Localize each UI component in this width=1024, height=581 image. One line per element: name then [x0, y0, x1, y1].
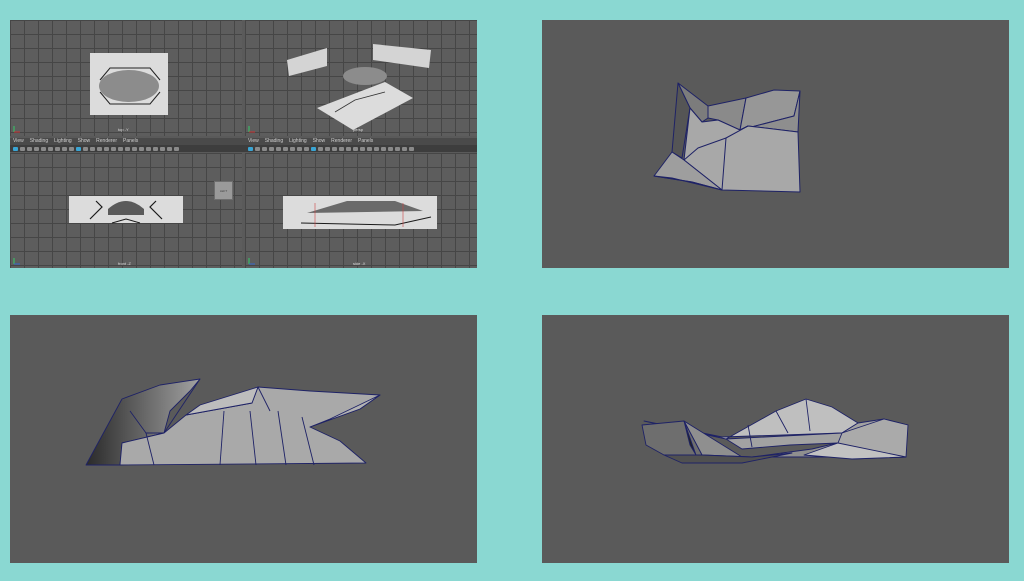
tool-icon[interactable]	[353, 146, 358, 151]
viewport-top-label: top -Y	[118, 127, 129, 132]
tool-icon[interactable]	[160, 146, 165, 151]
viewport-top[interactable]: top -Y	[10, 20, 242, 136]
tool-icon[interactable]	[283, 146, 288, 151]
select-camera-icon[interactable]	[13, 146, 18, 151]
tool-icon[interactable]	[409, 146, 414, 151]
quad-view-panel: top -Y persp View Shading Lighting Show …	[10, 20, 477, 268]
tool-icon[interactable]	[360, 146, 365, 151]
select-camera-icon[interactable]	[248, 146, 253, 151]
model-mesh-side	[85, 378, 381, 466]
top-view-mesh	[99, 67, 161, 105]
tool-icon[interactable]	[346, 146, 351, 151]
menu-lighting[interactable]: Lighting	[289, 138, 307, 145]
tool-icon[interactable]	[48, 146, 53, 151]
tool-icon[interactable]	[62, 146, 67, 151]
tool-icon[interactable]	[69, 146, 74, 151]
grid-toggle-icon[interactable]	[311, 146, 316, 151]
tool-icon[interactable]	[55, 146, 60, 151]
tool-icon[interactable]	[174, 146, 179, 151]
menu-shading[interactable]: Shading	[265, 138, 283, 145]
grid-toggle-icon[interactable]	[76, 146, 81, 151]
tool-icon[interactable]	[111, 146, 116, 151]
tool-icon[interactable]	[304, 146, 309, 151]
tool-icon[interactable]	[395, 146, 400, 151]
tool-icon[interactable]	[388, 146, 393, 151]
persp-view-mesh	[287, 44, 431, 130]
viewport-front-label: front -Z	[118, 261, 131, 266]
menu-view[interactable]: View	[13, 138, 24, 145]
tool-icon[interactable]	[255, 146, 260, 151]
tool-icon[interactable]	[290, 146, 295, 151]
axis-gizmo-icon	[13, 258, 20, 265]
tool-icon[interactable]	[332, 146, 337, 151]
tool-icon[interactable]	[339, 146, 344, 151]
view-cube-label: LEFT	[219, 188, 228, 193]
viewport-front[interactable]: LEFT front -Z	[10, 153, 242, 268]
axis-gizmo-icon	[248, 126, 255, 133]
render-panel-angle	[542, 20, 1009, 268]
menu-lighting[interactable]: Lighting	[54, 138, 72, 145]
tool-icon[interactable]	[83, 146, 88, 151]
tool-icon[interactable]	[146, 146, 151, 151]
tool-icon[interactable]	[20, 146, 25, 151]
tool-icon[interactable]	[118, 146, 123, 151]
viewport-side[interactable]: side -X	[245, 153, 477, 268]
menu-panels[interactable]: Panels	[123, 138, 138, 145]
front-view-mesh	[89, 200, 163, 224]
tool-icon[interactable]	[34, 146, 39, 151]
tool-icon[interactable]	[381, 146, 386, 151]
axis-gizmo-icon	[13, 126, 20, 133]
tool-icon[interactable]	[41, 146, 46, 151]
tool-icon[interactable]	[367, 146, 372, 151]
render-panel-side	[10, 315, 477, 563]
render-panel-low	[542, 315, 1009, 563]
tool-icon[interactable]	[402, 146, 407, 151]
menu-panels[interactable]: Panels	[358, 138, 373, 145]
tool-icon[interactable]	[297, 146, 302, 151]
tool-icon[interactable]	[97, 146, 102, 151]
panel-toolbar-left	[10, 145, 245, 152]
panel-menu-bar-right: View Shading Lighting Show Renderer Pane…	[245, 138, 477, 145]
tool-icon[interactable]	[27, 146, 32, 151]
tool-icon[interactable]	[90, 146, 95, 151]
menu-shading[interactable]: Shading	[30, 138, 48, 145]
tool-icon[interactable]	[153, 146, 158, 151]
side-view-mesh	[300, 201, 432, 227]
tool-icon[interactable]	[132, 146, 137, 151]
view-cube-icon[interactable]: LEFT	[214, 181, 233, 200]
viewport-side-label: side -X	[353, 261, 366, 266]
model-mesh-low	[641, 398, 909, 464]
menu-renderer[interactable]: Renderer	[96, 138, 117, 145]
tool-icon[interactable]	[325, 146, 330, 151]
tool-icon[interactable]	[262, 146, 267, 151]
menu-view[interactable]: View	[248, 138, 259, 145]
axis-gizmo-icon	[248, 258, 255, 265]
viewport-persp[interactable]: persp	[245, 20, 477, 136]
panel-toolbar-right	[245, 145, 477, 152]
menu-show[interactable]: Show	[78, 138, 91, 145]
panel-menu-bar-left: View Shading Lighting Show Renderer Pane…	[10, 138, 245, 145]
model-mesh-angle	[653, 82, 801, 193]
tool-icon[interactable]	[125, 146, 130, 151]
tool-icon[interactable]	[318, 146, 323, 151]
tool-icon[interactable]	[269, 146, 274, 151]
viewport-persp-label: persp	[353, 127, 364, 132]
menu-show[interactable]: Show	[313, 138, 326, 145]
tool-icon[interactable]	[374, 146, 379, 151]
tool-icon[interactable]	[104, 146, 109, 151]
tool-icon[interactable]	[276, 146, 281, 151]
menu-renderer[interactable]: Renderer	[331, 138, 352, 145]
tool-icon[interactable]	[139, 146, 144, 151]
tool-icon[interactable]	[167, 146, 172, 151]
